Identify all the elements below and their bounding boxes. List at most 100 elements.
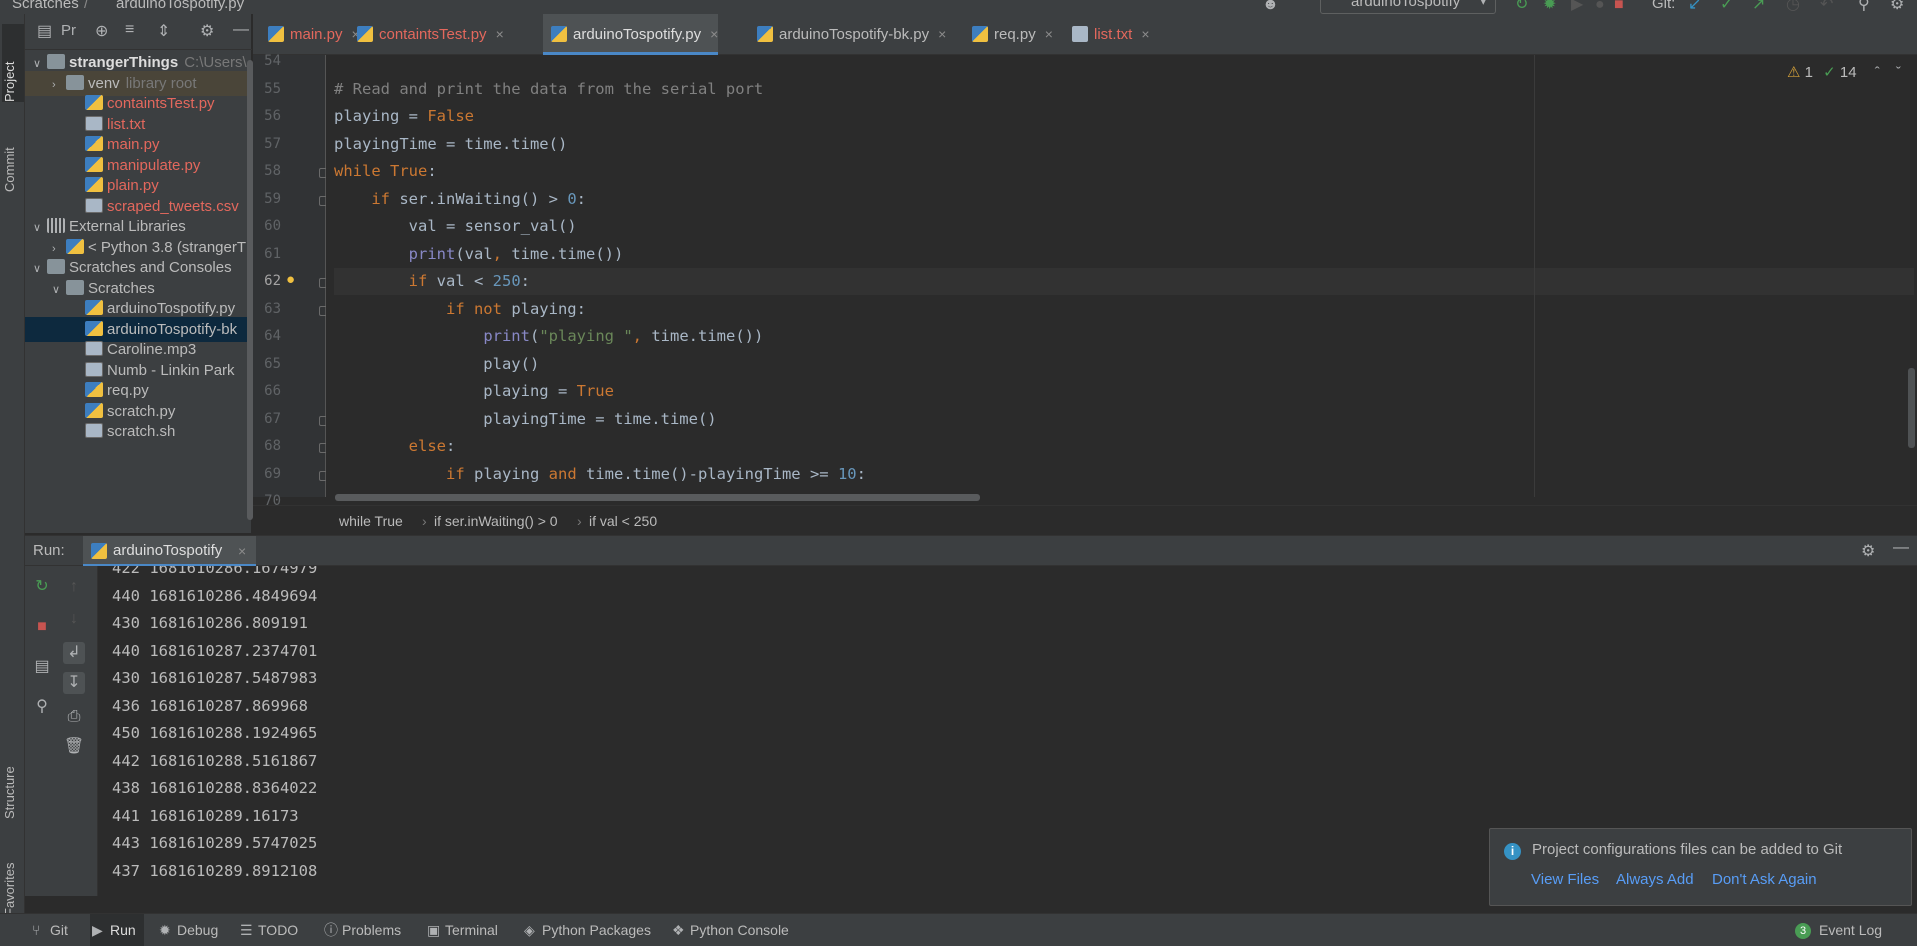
project-view-select[interactable]: Pr: [61, 22, 76, 39]
code-line[interactable]: print(val, time.time()): [334, 241, 1914, 268]
code-line[interactable]: val = sensor_val(): [334, 213, 1914, 240]
profile-icon[interactable]: ●: [1595, 0, 1605, 14]
down-arrow-icon[interactable]: ↓: [63, 608, 85, 630]
up-arrow-icon[interactable]: ↑: [63, 576, 85, 598]
line-number: 57: [264, 135, 281, 152]
gear-icon[interactable]: ⚙: [1861, 541, 1875, 561]
breadcrumb-separator: /: [84, 0, 89, 12]
close-icon[interactable]: ×: [710, 26, 718, 42]
next-highlight-icon[interactable]: ˇ: [1896, 64, 1901, 81]
project-view-icon[interactable]: ▤: [37, 21, 52, 41]
line-number: 58: [264, 163, 281, 179]
code-breadcrumb[interactable]: if ser.inWaiting() > 0: [434, 506, 558, 536]
pin-icon[interactable]: ⚲: [31, 696, 53, 718]
hide-icon[interactable]: —: [1893, 539, 1909, 557]
code-line[interactable]: playingTime = time.time(): [334, 131, 1914, 158]
dont-ask-again-link[interactable]: Don't Ask Again: [1712, 871, 1817, 888]
bottom-tab-python-packages[interactable]: ◈ Python Packages: [522, 914, 659, 946]
code-line[interactable]: print("playing ", time.time()): [334, 323, 1914, 350]
code-editor[interactable]: # Read and print the data from the seria…: [326, 55, 1917, 497]
event-log-button[interactable]: 3 Event Log: [1795, 914, 1882, 946]
code-line[interactable]: playing = False: [334, 103, 1914, 130]
code-line[interactable]: while True:: [334, 158, 1914, 185]
bottom-tab-debug[interactable]: ✹ Debug: [157, 914, 226, 946]
bottom-tab-problems[interactable]: ⓘ Problems: [322, 914, 409, 946]
run-config-select[interactable]: arduinoTospotify ▾: [1320, 0, 1496, 14]
chevron-down-icon: ▾: [1479, 0, 1487, 9]
soft-wrap-icon[interactable]: ↲: [63, 642, 85, 664]
code-line[interactable]: if val < 250:: [334, 268, 1914, 295]
rerun-icon[interactable]: ↻: [31, 576, 53, 598]
run-toolbar: ↻ ↑ ↓ ■ ↲ ▤ ↧ ⚲ ⎙ 🗑: [25, 566, 98, 896]
tree-item[interactable]: scratch.sh: [25, 419, 252, 444]
collapse-all-icon[interactable]: ⇕: [157, 21, 170, 41]
breadcrumb-root[interactable]: Scratches: [12, 0, 79, 12]
user-icon[interactable]: ☻: [1262, 0, 1279, 14]
previous-highlight-icon[interactable]: ˆ: [1875, 64, 1880, 81]
bottom-tab-python-console[interactable]: ❖ Python Console: [670, 914, 797, 946]
stop-icon[interactable]: ■: [31, 616, 53, 638]
code-line[interactable]: [334, 55, 1914, 75]
editor-vertical-scrollbar[interactable]: [1908, 368, 1915, 448]
code-breadcrumb[interactable]: while True: [339, 506, 403, 536]
close-icon[interactable]: ×: [238, 536, 246, 566]
gear-icon[interactable]: ⚙: [200, 21, 214, 41]
code-breadcrumb[interactable]: if val < 250: [589, 506, 657, 536]
locate-icon[interactable]: ⊕: [95, 21, 108, 41]
code-line[interactable]: play(): [334, 351, 1914, 378]
close-icon[interactable]: ×: [1045, 26, 1053, 42]
code-line[interactable]: if ser.inWaiting() > 0:: [334, 186, 1914, 213]
code-line[interactable]: playingTime = time.time(): [334, 406, 1914, 433]
console-line: 450 1681610288.1924965: [112, 724, 318, 742]
tab-favorites[interactable]: Favorites: [2, 826, 24, 916]
hide-icon[interactable]: —: [233, 21, 249, 39]
git-update-icon[interactable]: ↙: [1688, 0, 1701, 14]
code-line[interactable]: # Read and print the data from the seria…: [334, 76, 1914, 103]
git-push-icon[interactable]: ↗: [1752, 0, 1765, 14]
tab-main-py[interactable]: main.py ×: [260, 14, 360, 55]
breadcrumb-file[interactable]: arduinoTospotify.py: [116, 0, 244, 12]
trash-icon[interactable]: 🗑: [63, 736, 85, 758]
search-icon[interactable]: ⚲: [1858, 0, 1870, 14]
editor-horizontal-scrollbar[interactable]: [335, 494, 980, 501]
print-icon[interactable]: ⎙: [63, 706, 85, 728]
code-line[interactable]: else:: [334, 433, 1914, 460]
close-icon[interactable]: ×: [938, 26, 946, 42]
run-tab[interactable]: arduinoTospotify ×: [83, 536, 257, 567]
tab-arduinotospotify-py[interactable]: arduinoTospotify.py ×: [543, 14, 719, 55]
tab-list-txt[interactable]: list.txt ×: [1064, 14, 1150, 55]
code-line[interactable]: if not playing:: [334, 296, 1914, 323]
tab-containtstest-py[interactable]: containtsTest.py ×: [349, 14, 504, 55]
bottom-tab-git[interactable]: ⑂ Git: [30, 914, 76, 946]
tab-arduinotospotify-bk-py[interactable]: arduinoTospotify-bk.py ×: [749, 14, 946, 55]
git-commit-icon[interactable]: ✓: [1720, 0, 1733, 14]
coverage-icon[interactable]: ▶: [1571, 0, 1583, 14]
git-rollback-icon[interactable]: ↶: [1820, 0, 1833, 14]
inspection-widget[interactable]: ⚠ 1 ✓ 14 ˆ ˇ: [1787, 63, 1901, 81]
tab-project[interactable]: Project: [2, 24, 24, 102]
line-number: 56: [264, 108, 281, 124]
settings-icon[interactable]: ⚙: [1890, 0, 1904, 14]
scroll-to-end-icon[interactable]: ↧: [63, 672, 85, 694]
intention-bulb-icon[interactable]: ●: [286, 271, 295, 288]
expand-all-icon[interactable]: ≡: [125, 21, 134, 39]
always-add-link[interactable]: Always Add: [1616, 871, 1694, 888]
bottom-tab-run[interactable]: ▶ Run: [90, 914, 144, 946]
tree-item-label: Numb - Linkin Park: [107, 361, 235, 379]
tab-commit[interactable]: Commit: [2, 114, 24, 192]
close-icon[interactable]: ×: [496, 26, 504, 42]
bottom-tab-todo[interactable]: ☰ TODO: [238, 914, 306, 946]
stop-icon[interactable]: ■: [1614, 0, 1624, 14]
git-history-icon[interactable]: ◷: [1786, 0, 1800, 14]
rerun-icon[interactable]: ↻: [1515, 0, 1528, 14]
bottom-tab-terminal[interactable]: ▣ Terminal: [425, 914, 506, 946]
typo-count: 14: [1839, 64, 1857, 81]
tab-req-py[interactable]: req.py ×: [964, 14, 1053, 55]
code-line[interactable]: if playing and time.time()-playingTime >…: [334, 461, 1914, 488]
view-files-link[interactable]: View Files: [1531, 871, 1599, 888]
debug-icon[interactable]: ✹: [1543, 0, 1556, 14]
code-line[interactable]: playing = True: [334, 378, 1914, 405]
tab-structure[interactable]: Structure: [2, 729, 24, 819]
close-icon[interactable]: ×: [1141, 26, 1149, 42]
layout-icon[interactable]: ▤: [31, 656, 53, 678]
